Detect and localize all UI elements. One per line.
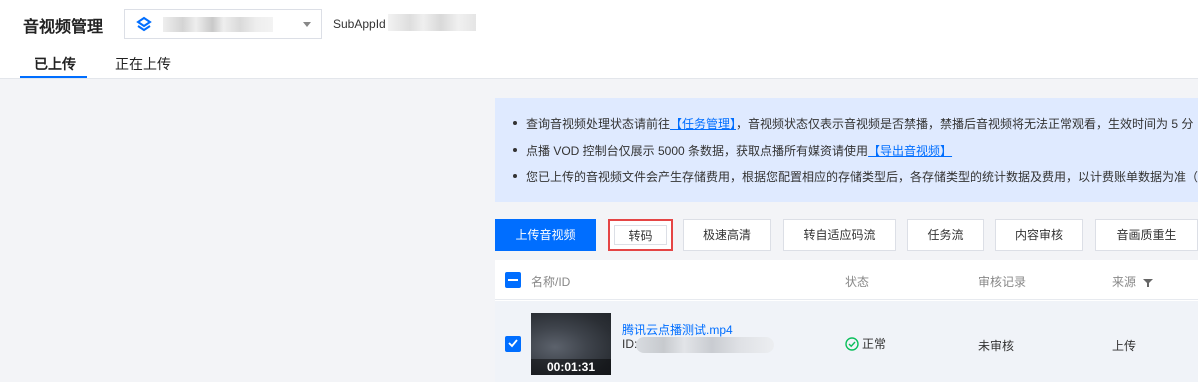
- upload-media-button[interactable]: 上传音视频: [495, 219, 596, 251]
- export-media-link[interactable]: 【导出音视频】: [868, 144, 952, 158]
- fast-hd-button[interactable]: 极速高清: [683, 219, 771, 251]
- notice-text: ，音视频状态仅表示音视频是否禁播，禁播后音视频将无法正常观看，生效时间为 5 分: [736, 117, 1194, 131]
- notice-text: 点播 VOD 控制台仅展示 5000 条数据，获取点播所有媒资请使用: [526, 144, 869, 158]
- notice-item: 点播 VOD 控制台仅展示 5000 条数据，获取点播所有媒资请使用【导出音视频…: [513, 142, 952, 159]
- check-circle-icon: [845, 337, 859, 351]
- app-name-masked: [163, 17, 273, 32]
- media-table: 名称/ID 状态 审核记录 来源 00:01:31 腾讯云点播测试.mp4 ID…: [495, 260, 1198, 382]
- layers-icon: [136, 16, 152, 32]
- check-icon: [508, 339, 518, 348]
- action-toolbar: 上传音视频 转码 极速高清 转自适应码流 任务流 内容审核 音画质重生: [495, 219, 1198, 251]
- audit-cell: 未审核: [978, 339, 1015, 353]
- column-header-audit: 审核记录: [978, 275, 1027, 289]
- notice-item: 查询音视频处理状态请前往【任务管理】，音视频状态仅表示音视频是否禁播，禁播后音视…: [513, 115, 1193, 132]
- notice-item: 您已上传的音视频文件会产生存储费用，根据您配置相应的存储类型后，各存储类型的统计…: [513, 168, 1198, 185]
- column-header-status: 状态: [845, 275, 870, 289]
- app-select-dropdown[interactable]: [124, 9, 322, 39]
- status-text: 正常: [862, 337, 887, 351]
- minus-icon: [508, 279, 518, 281]
- filter-icon[interactable]: [1143, 278, 1154, 288]
- tab-uploaded[interactable]: 已上传: [34, 54, 76, 74]
- main-content: 查询音视频处理状态请前往【任务管理】，音视频状态仅表示音视频是否禁播，禁播后音视…: [495, 98, 1198, 382]
- column-header-name: 名称/ID: [531, 275, 571, 289]
- source-cell: 上传: [1112, 339, 1137, 353]
- table-row[interactable]: 00:01:31 腾讯云点播测试.mp4 ID: 正常 未审核 上传: [495, 301, 1198, 382]
- transcode-button-label: 转码: [614, 225, 667, 245]
- quality-rebuild-button[interactable]: 音画质重生: [1095, 219, 1198, 251]
- adaptive-bitrate-button[interactable]: 转自适应码流: [783, 219, 896, 251]
- table-header: 名称/ID 状态 审核记录 来源: [495, 260, 1198, 300]
- task-flow-button[interactable]: 任务流: [907, 219, 984, 251]
- notice-text: 您已上传的音视频文件会产生存储费用，根据您配置相应的存储类型后，各存储类型的统计…: [526, 170, 1198, 184]
- page-header: 音视频管理 SubAppId 已上传 正在上传: [0, 0, 1198, 79]
- video-duration: 00:01:31: [531, 359, 611, 375]
- content-review-button[interactable]: 内容审核: [995, 219, 1083, 251]
- chevron-down-icon: [303, 22, 311, 27]
- select-all-checkbox[interactable]: [505, 272, 521, 288]
- row-checkbox[interactable]: [505, 336, 521, 352]
- column-header-source: 来源: [1112, 273, 1154, 290]
- status-cell: 正常: [845, 335, 886, 352]
- column-header-source-label: 来源: [1112, 275, 1137, 289]
- active-tab-indicator: [20, 76, 87, 78]
- notice-banner: 查询音视频处理状态请前往【任务管理】，音视频状态仅表示音视频是否禁播，禁播后音视…: [495, 98, 1198, 202]
- transcode-button[interactable]: 转码: [608, 219, 673, 251]
- video-thumbnail[interactable]: 00:01:31: [531, 313, 611, 375]
- notice-text: 查询音视频处理状态请前往: [526, 117, 671, 131]
- file-name-link[interactable]: 腾讯云点播测试.mp4: [622, 321, 733, 338]
- subappid-label: SubAppId: [333, 17, 386, 31]
- page-title: 音视频管理: [23, 19, 104, 36]
- task-management-link[interactable]: 【任务管理】: [670, 117, 736, 131]
- tab-uploading[interactable]: 正在上传: [115, 54, 171, 74]
- subappid-value-masked: [388, 14, 476, 31]
- file-id-masked: [636, 337, 774, 353]
